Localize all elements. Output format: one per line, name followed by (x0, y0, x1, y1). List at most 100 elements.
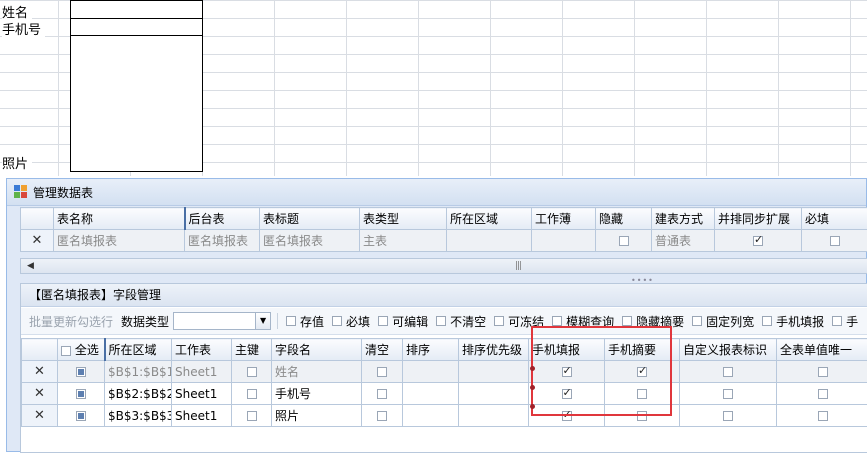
option-no-clear[interactable]: 不清空 (436, 313, 486, 330)
option-required[interactable]: 必填 (332, 313, 370, 330)
unique-value-checkbox[interactable] (777, 383, 867, 405)
clear-checkbox[interactable] (362, 383, 403, 405)
option-hide-summary[interactable]: 隐藏摘要 (622, 313, 684, 330)
col-header[interactable]: 必填 (802, 208, 867, 230)
unique-value-checkbox[interactable] (777, 361, 867, 383)
col-header[interactable]: 自定义报表标识 (680, 339, 777, 361)
table-row[interactable]: ✕ $B$3:$B$3 Sheet1 照片 (22, 405, 867, 427)
delete-row-button[interactable]: ✕ (22, 361, 58, 383)
col-header[interactable]: 后台表 (185, 208, 260, 230)
fields-grid[interactable]: 全选 所在区域 工作表 主键 字段名 清空 排序 排序优先级 手机填报 手机摘要… (21, 338, 867, 427)
option-more[interactable]: 手 (832, 313, 858, 330)
select-all-checkbox[interactable] (61, 346, 71, 356)
cell-sort-priority[interactable] (459, 405, 529, 427)
cell-field-name[interactable]: 照片 (272, 405, 362, 427)
cell-sheet[interactable]: Sheet1 (172, 405, 232, 427)
cell-sort[interactable] (403, 383, 459, 405)
select-all-header[interactable]: 全选 (58, 339, 105, 361)
mobile-summary-checkbox[interactable] (605, 383, 680, 405)
chevron-down-icon[interactable]: ▼ (255, 313, 270, 329)
delete-row-button[interactable]: ✕ (21, 230, 54, 252)
option-store-value[interactable]: 存值 (286, 313, 324, 330)
delete-row-button[interactable]: ✕ (22, 405, 58, 427)
primary-key-checkbox[interactable] (232, 361, 272, 383)
col-header[interactable]: 排序 (403, 339, 459, 361)
mobile-fill-checkbox[interactable] (529, 405, 605, 427)
cell-area[interactable]: $B$1:$B$1 (105, 361, 172, 383)
table-row[interactable]: ✕ $B$1:$B$1 Sheet1 姓名 (22, 361, 867, 383)
clear-checkbox[interactable] (362, 361, 403, 383)
option-editable[interactable]: 可编辑 (378, 313, 428, 330)
cell-sheet[interactable]: Sheet1 (172, 383, 232, 405)
mobile-fill-checkbox[interactable] (529, 383, 605, 405)
primary-key-checkbox[interactable] (232, 405, 272, 427)
col-header[interactable]: 主键 (232, 339, 272, 361)
custom-report-checkbox[interactable] (680, 383, 777, 405)
cell-title[interactable]: 匿名填报表 (260, 230, 360, 252)
sync-expand-checkbox[interactable] (715, 230, 802, 252)
col-header[interactable]: 表标题 (260, 208, 360, 230)
cell-sheet[interactable]: Sheet1 (172, 361, 232, 383)
cell-photo[interactable] (70, 35, 203, 172)
close-icon[interactable]: ✕ (32, 233, 43, 248)
cell-name[interactable] (70, 0, 203, 19)
col-header[interactable]: 所在区域 (105, 339, 172, 361)
scroll-left-icon[interactable]: ◀ (27, 261, 34, 271)
table-row[interactable]: ✕ $B$2:$B$2 Sheet1 手机号 (22, 383, 867, 405)
col-header[interactable]: 表名称 (54, 208, 185, 230)
cell-workbook[interactable] (532, 230, 596, 252)
cell-sort-priority[interactable] (459, 383, 529, 405)
option-fixed-width[interactable]: 固定列宽 (692, 313, 754, 330)
cell-area[interactable]: $B$2:$B$2 (105, 383, 172, 405)
col-header[interactable]: 手机摘要 (605, 339, 680, 361)
horizontal-scrollbar[interactable]: ◀ ||| (20, 258, 867, 274)
col-header[interactable]: 全表单值唯一 (777, 339, 867, 361)
cell-field-name[interactable]: 手机号 (272, 383, 362, 405)
close-icon[interactable]: ✕ (34, 408, 45, 423)
table-row[interactable]: ✕ 匿名填报表 匿名填报表 匿名填报表 主表 普通表 (21, 230, 867, 252)
close-icon[interactable]: ✕ (34, 386, 45, 401)
close-icon[interactable]: ✕ (34, 364, 45, 379)
cell-area[interactable] (447, 230, 532, 252)
cell-backend[interactable]: 匿名填报表 (185, 230, 260, 252)
option-mobile-fill[interactable]: 手机填报 (762, 313, 824, 330)
cell-sort-priority[interactable] (459, 361, 529, 383)
row-select-checkbox[interactable] (58, 383, 105, 405)
col-header[interactable]: 建表方式 (652, 208, 715, 230)
cell-type[interactable]: 主表 (360, 230, 447, 252)
unique-value-checkbox[interactable] (777, 405, 867, 427)
batch-update-button[interactable]: 批量更新勾选行 (29, 313, 113, 330)
col-header[interactable]: 字段名 (272, 339, 362, 361)
primary-key-checkbox[interactable] (232, 383, 272, 405)
mobile-summary-checkbox[interactable] (605, 405, 680, 427)
cell-sort[interactable] (403, 405, 459, 427)
cell-sort[interactable] (403, 361, 459, 383)
cell-field-name[interactable]: 姓名 (272, 361, 362, 383)
col-header[interactable]: 隐藏 (596, 208, 652, 230)
scroll-grip[interactable]: ||| (515, 261, 521, 271)
col-header[interactable]: 清空 (362, 339, 403, 361)
spreadsheet-area[interactable]: 姓名 手机号 照片 (0, 0, 867, 176)
row-select-checkbox[interactable] (58, 361, 105, 383)
col-header[interactable]: 手机填报 (529, 339, 605, 361)
custom-report-checkbox[interactable] (680, 405, 777, 427)
cell-area[interactable]: $B$3:$B$3 (105, 405, 172, 427)
option-freezable[interactable]: 可冻结 (494, 313, 544, 330)
hidden-checkbox[interactable] (596, 230, 652, 252)
row-select-checkbox[interactable] (58, 405, 105, 427)
tables-grid[interactable]: 表名称 后台表 表标题 表类型 所在区域 工作薄 隐藏 建表方式 并排同步扩展 … (20, 207, 867, 252)
cell-table-name[interactable]: 匿名填报表 (54, 230, 185, 252)
custom-report-checkbox[interactable] (680, 361, 777, 383)
col-header[interactable]: 排序优先级 (459, 339, 529, 361)
delete-row-button[interactable]: ✕ (22, 383, 58, 405)
col-header[interactable]: 并排同步扩展 (715, 208, 802, 230)
cell-phone[interactable] (70, 18, 203, 36)
col-header[interactable]: 所在区域 (447, 208, 532, 230)
data-type-select[interactable]: ▼ (173, 312, 271, 330)
col-header[interactable]: 工作薄 (532, 208, 596, 230)
required-checkbox[interactable] (802, 230, 867, 252)
cell-method[interactable]: 普通表 (652, 230, 715, 252)
col-header[interactable]: 工作表 (172, 339, 232, 361)
option-fuzzy-search[interactable]: 模糊查询 (552, 313, 614, 330)
col-header[interactable]: 表类型 (360, 208, 447, 230)
